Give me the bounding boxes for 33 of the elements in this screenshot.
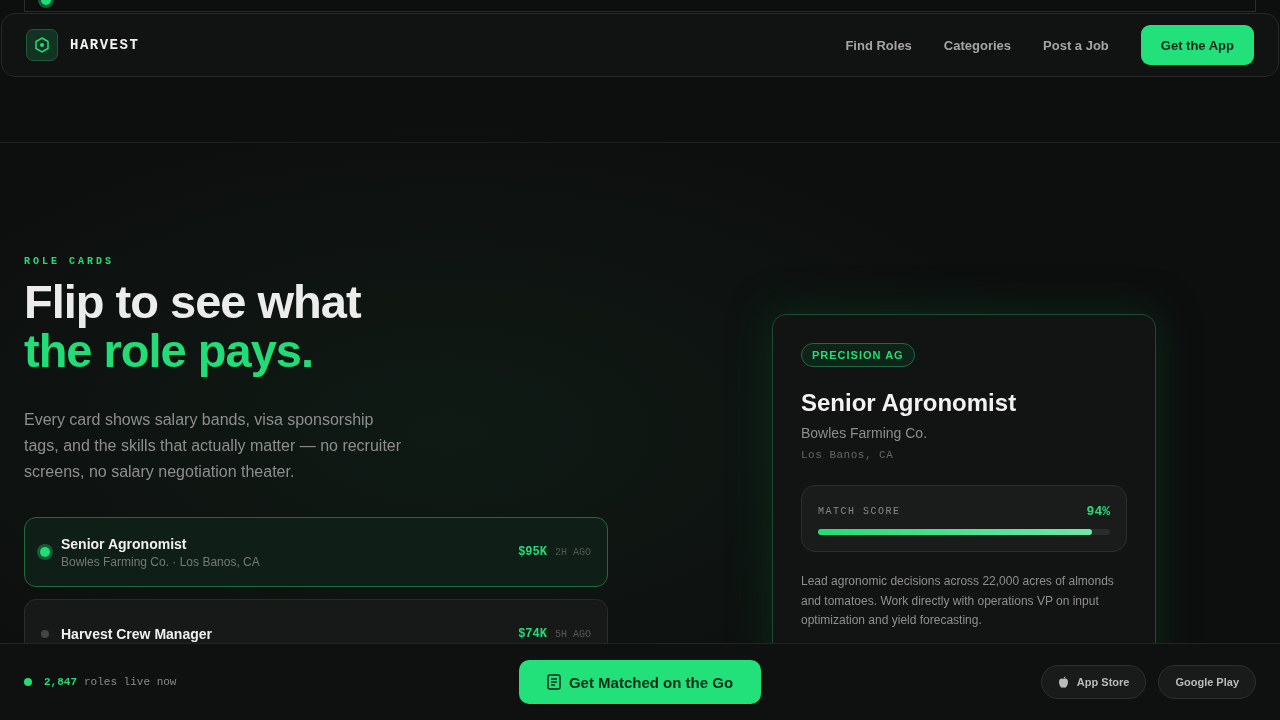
apple-icon <box>1057 676 1069 688</box>
get-app-button[interactable]: Get the App <box>1140 25 1254 65</box>
category-tag: PRECISION AG <box>801 343 915 367</box>
nav-link[interactable]: Categories <box>943 37 1012 53</box>
role-title: Harvest Crew Manager <box>61 626 213 642</box>
salary-label: $95K <box>518 545 547 559</box>
role-description: Lead agronomic decisions across 22,000 acres of almonds and tomatoes. Work directly with operations VP on input optimization and yield forecasting. <box>801 573 1115 629</box>
live-dot <box>24 678 32 686</box>
hero-title: Flip to see what <box>24 277 362 326</box>
salary-label: $74K <box>518 627 547 641</box>
store-button[interactable]: Google Play <box>1158 665 1256 699</box>
posted-time: 5H AGO <box>555 628 591 640</box>
match-score-value: 94% <box>1086 504 1110 519</box>
role-title: Senior Agronomist <box>61 535 188 552</box>
brand-name: HARVEST <box>70 37 140 53</box>
match-score-label: MATCH SCORE <box>818 506 901 517</box>
role-list-item[interactable]: Harvest Crew Manager $74K 5H AGO <box>24 599 608 643</box>
store-button[interactable]: App Store <box>1040 665 1147 699</box>
card-title: Senior Agronomist <box>801 388 1018 418</box>
nav-link[interactable]: Post a Job <box>1043 37 1109 53</box>
get-matched-button[interactable]: Get Matched on the Go <box>519 660 761 704</box>
hero-description: Every card shows salary bands, visa sponsorship tags, and the skills that actually matter — no recruiter screens, no salary negotiation theater. <box>24 410 403 482</box>
logo-icon <box>26 29 58 61</box>
section-eyebrow: ROLE CARDS <box>24 256 115 267</box>
roles-count: 2,847 <box>44 676 77 688</box>
roles-live-label: roles live now <box>84 676 177 688</box>
role-list-item[interactable]: Senior Agronomist Bowles Farming Co. · Los Banos, CA $95K 2H AGO <box>24 517 608 587</box>
document-icon <box>546 674 561 690</box>
location-label: Los Banos, CA <box>801 449 895 461</box>
role-company: Bowles Farming Co. · Los Banos, CA <box>61 554 261 569</box>
company-name: Bowles Farming Co. <box>801 425 929 441</box>
posted-time: 2H AGO <box>555 546 591 558</box>
nav-link[interactable]: Find Roles <box>845 37 912 53</box>
